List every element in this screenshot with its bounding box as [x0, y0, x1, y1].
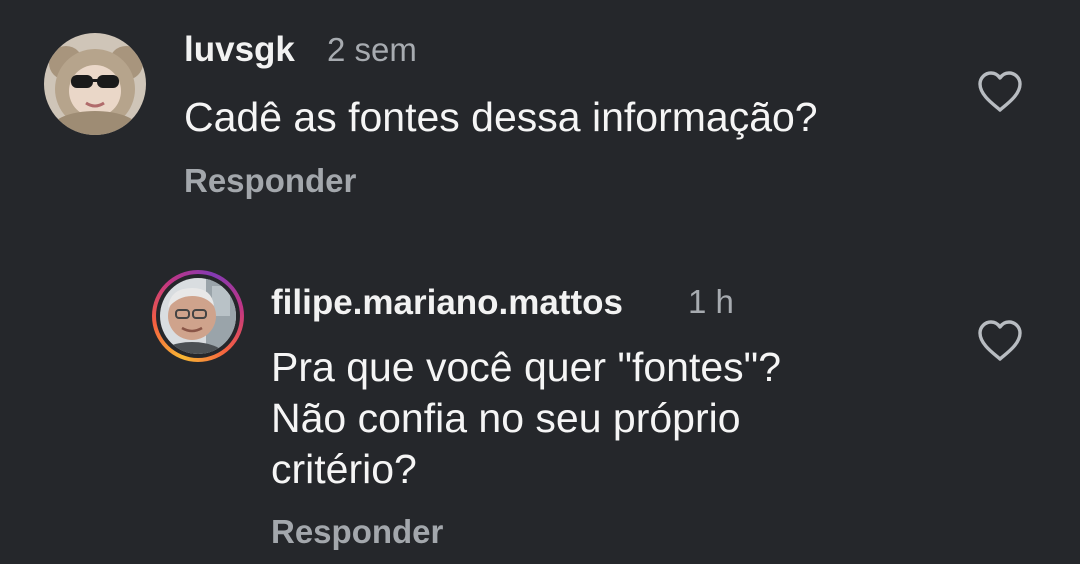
- reply-button[interactable]: Responder: [184, 162, 356, 200]
- comment-timestamp: 2 sem: [327, 31, 417, 68]
- comment-text: Cadê as fontes dessa informação?: [184, 94, 818, 140]
- comment-username[interactable]: filipe.mariano.mattos: [271, 283, 623, 323]
- comment-username[interactable]: luvsgk: [184, 30, 295, 70]
- comment: luvsgk 2 sem Cadê as fontes dessa inform…: [0, 0, 1080, 220]
- user-avatar[interactable]: [160, 278, 236, 354]
- reply-comment: filipe.mariano.mattos 1 h Pra que você q…: [0, 255, 1080, 564]
- reply-button[interactable]: Responder: [271, 513, 443, 551]
- heart-outline-icon[interactable]: [976, 70, 1024, 114]
- comment-timestamp: 1 h: [688, 283, 734, 320]
- story-ring[interactable]: [152, 270, 244, 362]
- comment-text: Pra que você quer "fontes"? Não confia n…: [271, 344, 782, 492]
- user-avatar[interactable]: [44, 33, 146, 135]
- heart-outline-icon[interactable]: [976, 319, 1024, 363]
